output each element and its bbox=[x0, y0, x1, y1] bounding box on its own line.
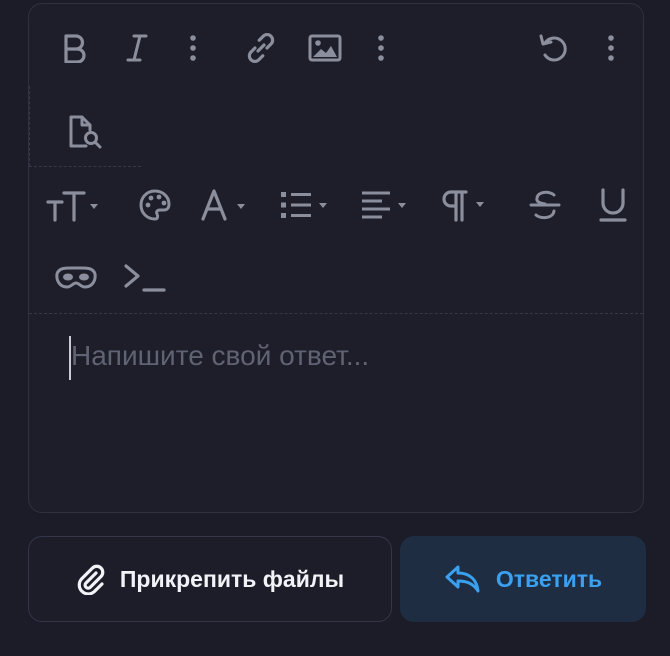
code-button[interactable] bbox=[119, 256, 169, 298]
paperclip-icon bbox=[76, 563, 106, 595]
undo-button[interactable] bbox=[533, 28, 573, 68]
more-vertical-icon bbox=[189, 34, 197, 62]
bold-icon bbox=[62, 33, 88, 63]
reply-arrow-icon bbox=[444, 563, 482, 595]
preview-document-icon bbox=[66, 114, 104, 150]
list-icon bbox=[279, 189, 337, 221]
link-button[interactable] bbox=[241, 28, 281, 68]
reply-placeholder: Напишите свой ответ... bbox=[71, 340, 370, 371]
undo-icon bbox=[536, 31, 570, 65]
text-color-button[interactable] bbox=[199, 184, 257, 226]
attach-files-button[interactable]: Прикрепить файлы bbox=[28, 536, 392, 622]
paragraph-icon bbox=[440, 188, 496, 222]
image-button[interactable] bbox=[305, 28, 345, 68]
paragraph-button[interactable] bbox=[439, 184, 497, 226]
strikethrough-icon bbox=[528, 188, 562, 222]
toolbar-divider-2 bbox=[29, 313, 643, 314]
palette-icon bbox=[138, 188, 172, 222]
text-color-icon bbox=[200, 188, 256, 222]
more-vertical-icon bbox=[607, 34, 615, 62]
image-icon bbox=[308, 34, 342, 62]
align-icon bbox=[360, 189, 416, 221]
bold-button[interactable] bbox=[55, 28, 95, 68]
italic-button[interactable] bbox=[117, 28, 157, 68]
more-options-button-1[interactable] bbox=[179, 28, 207, 68]
reply-button[interactable]: Ответить bbox=[400, 536, 646, 622]
code-terminal-icon bbox=[122, 262, 166, 292]
link-icon bbox=[244, 31, 278, 65]
attach-files-label: Прикрепить файлы bbox=[119, 565, 345, 592]
spoiler-mask-icon bbox=[55, 264, 97, 290]
underline-button[interactable] bbox=[591, 184, 635, 226]
font-size-button[interactable] bbox=[45, 184, 107, 226]
spoiler-button[interactable] bbox=[53, 256, 99, 298]
font-size-icon bbox=[46, 188, 106, 222]
list-button[interactable] bbox=[277, 184, 339, 226]
italic-icon bbox=[125, 33, 149, 63]
align-button[interactable] bbox=[359, 184, 417, 226]
underline-icon bbox=[598, 187, 628, 223]
toolbar-divider-vertical bbox=[29, 86, 30, 166]
more-options-button-3[interactable] bbox=[597, 28, 625, 68]
preview-button[interactable] bbox=[63, 110, 107, 154]
color-palette-button[interactable] bbox=[133, 184, 177, 226]
more-vertical-icon bbox=[377, 34, 385, 62]
more-options-button-2[interactable] bbox=[367, 28, 395, 68]
reply-label: Ответить bbox=[495, 565, 603, 592]
strikethrough-button[interactable] bbox=[523, 184, 567, 226]
reply-text-area[interactable]: Напишите свой ответ... bbox=[69, 332, 629, 386]
toolbar-divider-1 bbox=[29, 166, 141, 167]
reply-editor: Напишите свой ответ... bbox=[28, 3, 644, 513]
